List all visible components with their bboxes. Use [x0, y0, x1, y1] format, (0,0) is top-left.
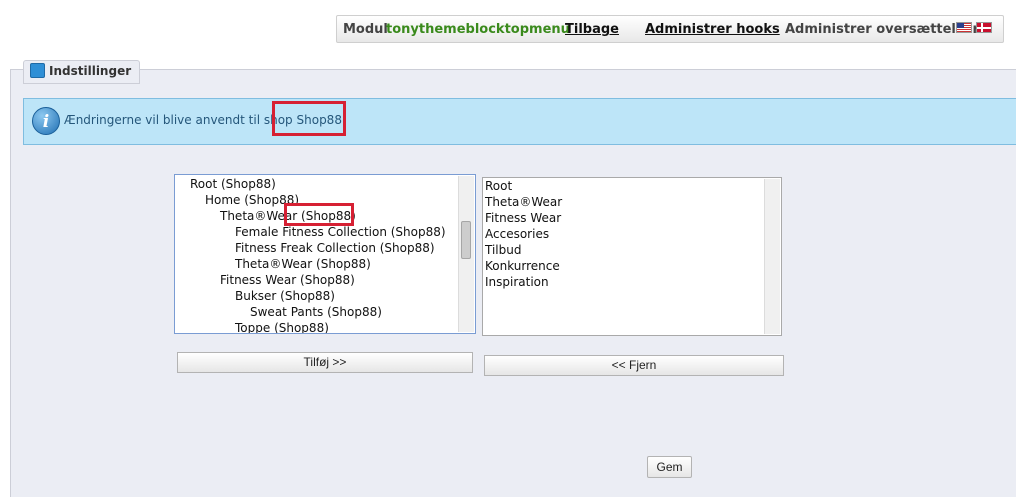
manage-hooks-link[interactable]: Administrer hooks: [645, 22, 780, 37]
list-item[interactable]: Sweat Pants (Shop88): [250, 304, 382, 320]
info-text-suffix: .: [341, 113, 346, 127]
dk-flag-icon[interactable]: [976, 22, 992, 33]
info-message: i Ændringerne vil blive anvendt til shop…: [23, 98, 1016, 145]
available-categories-list[interactable]: Root (Shop88) Home (Shop88) Theta®Wear (…: [174, 174, 476, 334]
scrollbar-thumb[interactable]: [461, 221, 471, 259]
list-item[interactable]: Fitness Wear: [485, 210, 561, 226]
module-label: Modul: [343, 22, 388, 37]
settings-legend: Indstillinger: [23, 60, 141, 84]
remove-button[interactable]: << Fjern: [484, 355, 784, 376]
save-button[interactable]: Gem: [647, 456, 692, 478]
module-name: tonythemeblocktopmenu: [386, 22, 570, 37]
settings-legend-title: Indstillinger: [49, 64, 132, 78]
list-item[interactable]: Konkurrence: [485, 258, 560, 274]
info-text-prefix: Ændringerne vil blive anvendt til shop: [64, 113, 293, 127]
module-toolbar: Modul tonythemeblocktopmenu Tilbage Admi…: [336, 15, 1004, 43]
list-item[interactable]: Inspiration: [485, 274, 549, 290]
info-icon: i: [32, 107, 60, 135]
list-item[interactable]: Tilbud: [485, 242, 521, 258]
list-item[interactable]: Accesories: [485, 226, 549, 242]
list-item[interactable]: Root (Shop88): [190, 176, 276, 192]
available-list-scrollbar[interactable]: [458, 176, 474, 332]
list-item[interactable]: Root: [485, 178, 512, 194]
selected-items-list[interactable]: Root Theta®Wear Fitness Wear Accesories …: [482, 177, 782, 336]
list-item[interactable]: Fitness Freak Collection (Shop88): [235, 240, 435, 256]
list-item[interactable]: Theta®Wear (Shop88): [235, 256, 371, 272]
list-item[interactable]: Fitness Wear (Shop88): [220, 272, 355, 288]
manage-translations-label: Administrer oversættelser: [785, 22, 979, 37]
info-text: Ændringerne vil blive anvendt til shop S…: [64, 113, 346, 127]
list-item[interactable]: Home (Shop88): [205, 192, 299, 208]
list-item[interactable]: Bukser (Shop88): [235, 288, 335, 304]
back-link[interactable]: Tilbage: [565, 22, 619, 37]
selected-list-scrollbar[interactable]: [764, 179, 780, 334]
list-item[interactable]: Female Fitness Collection (Shop88): [235, 224, 446, 240]
us-flag-icon[interactable]: [956, 22, 972, 33]
info-shop-name: Shop88: [296, 113, 342, 127]
settings-icon: [30, 63, 45, 78]
add-button[interactable]: Tilføj >>: [177, 352, 473, 373]
list-item[interactable]: Toppe (Shop88): [235, 320, 329, 333]
list-item[interactable]: Theta®Wear: [485, 194, 562, 210]
list-item[interactable]: Theta®Wear (Shop88): [220, 208, 356, 224]
